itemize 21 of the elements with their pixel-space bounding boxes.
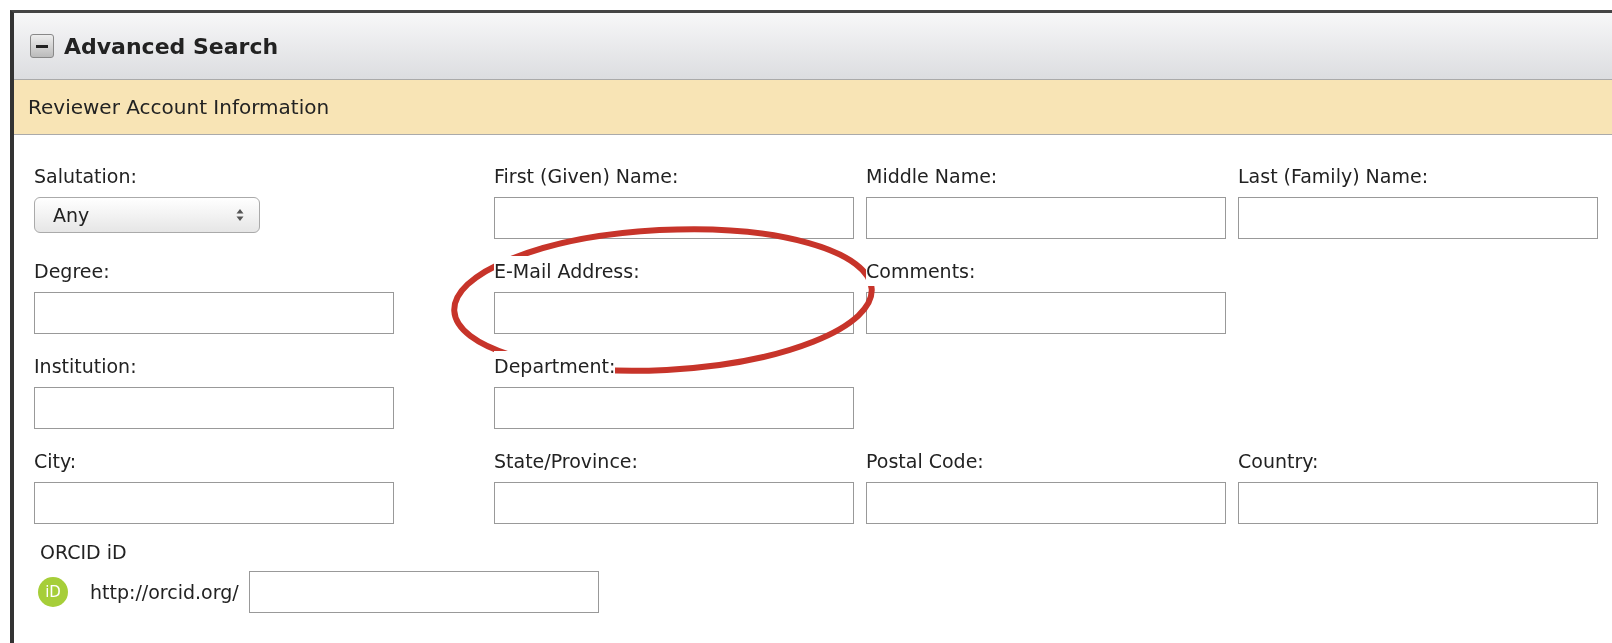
input-field[interactable] [494,482,854,524]
input-field[interactable] [34,387,394,429]
input-field[interactable] [494,197,854,239]
stepper-icon [235,207,245,223]
orcid-icon: iD [38,577,68,607]
url-prefix: http://orcid.org/ [90,581,239,603]
input-field[interactable] [866,292,1226,334]
orcid-field[interactable] [248,571,599,613]
input-field[interactable] [1238,482,1598,524]
input-field[interactable] [866,482,1226,524]
section-title: Reviewer Account Information [28,95,330,119]
orcid-label: ORCID iD [40,541,128,563]
panel-title: Advanced Search [64,33,279,59]
input-field[interactable] [1238,197,1598,239]
collapse-toggle[interactable] [30,34,54,58]
input-field[interactable] [34,292,394,334]
input-field[interactable] [494,387,854,429]
input-field[interactable] [866,197,1226,239]
salutation-dropdown[interactable]: Any [34,197,260,233]
input-field[interactable] [494,292,854,334]
input-field[interactable] [34,482,394,524]
